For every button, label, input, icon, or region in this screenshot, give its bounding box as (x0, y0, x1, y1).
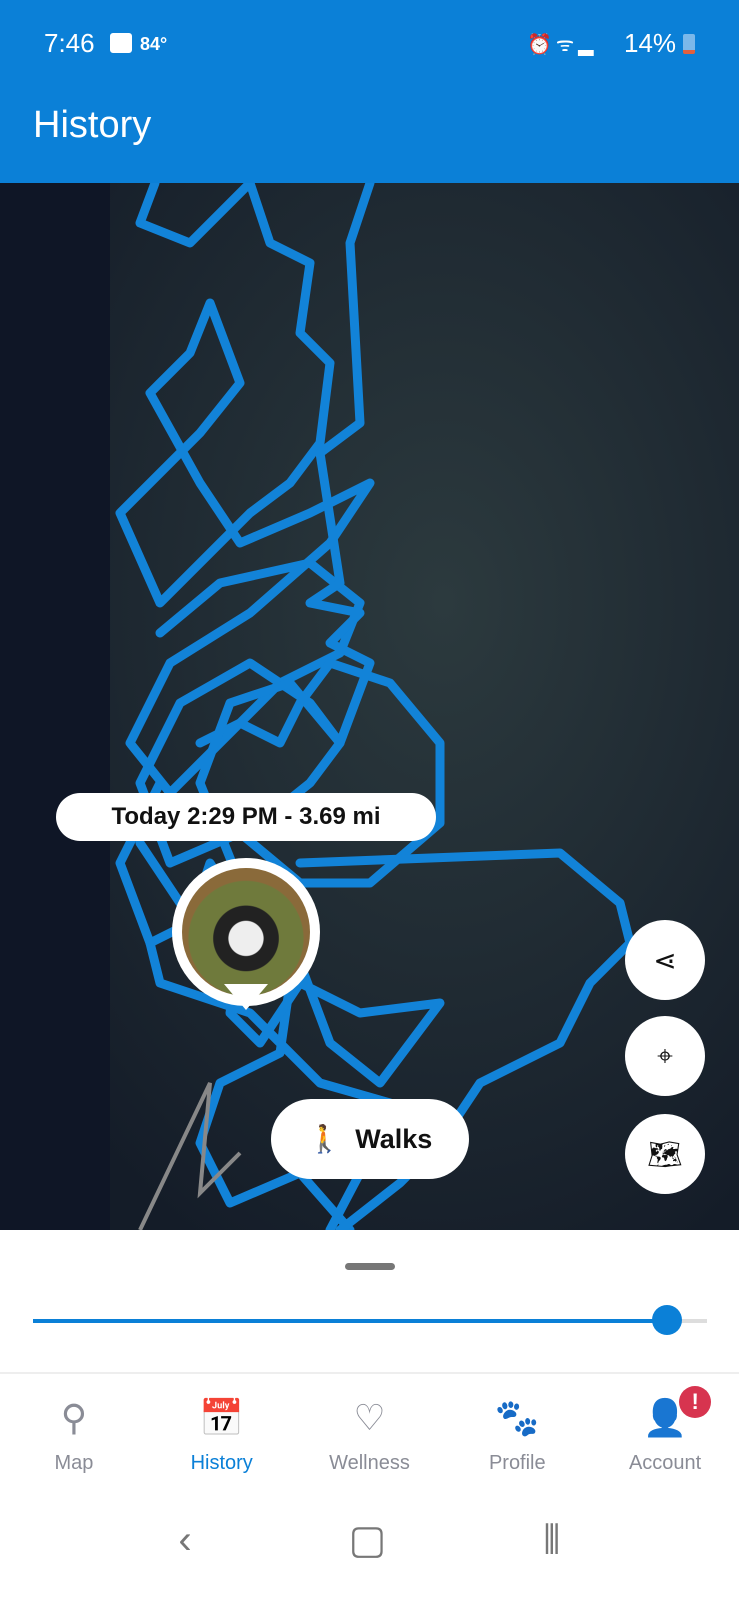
recents-icon[interactable]: ⦀ (543, 1518, 561, 1563)
nav-account[interactable]: 👤 Account! (591, 1374, 739, 1480)
status-bar: 7:46 84° ⏰ᯤ▂ 14% (0, 0, 739, 88)
calendar-icon: 📅 (199, 1397, 245, 1438)
location-button[interactable]: ⌖ (625, 1016, 705, 1096)
back-icon[interactable]: ‹ (178, 1518, 191, 1563)
app-bar: History (0, 88, 739, 183)
slider-thumb[interactable] (651, 1305, 682, 1335)
nav-label: History (190, 1452, 253, 1474)
map-pin-icon: ⚲ (60, 1397, 88, 1438)
location-pin-icon: ⌖ (657, 1039, 673, 1071)
alarm-wifi-signal-icons: ⏰ᯤ▂ (527, 34, 598, 56)
map-icon: 🗺 (647, 1138, 683, 1170)
walks-label: Walks (355, 1123, 433, 1154)
system-nav-bar: ‹ ▢ ⦀ (0, 1480, 739, 1600)
map-view[interactable]: Today 2:29 PM - 3.69 mi ⋖ ⌖ 🗺 🚶 Walks (0, 183, 739, 1230)
walks-button[interactable]: 🚶 Walks (271, 1099, 469, 1179)
page-title: History (33, 104, 152, 146)
gallery-icon (110, 33, 132, 53)
slider-fill (33, 1319, 667, 1323)
nav-label: Map (54, 1452, 94, 1474)
share-button[interactable]: ⋖ (625, 920, 705, 1000)
paw-icon: 🐾 (494, 1397, 540, 1438)
nav-history[interactable]: 📅 History (148, 1374, 296, 1480)
wellness-icon: ♡ (353, 1397, 386, 1438)
nav-map[interactable]: ⚲ Map (0, 1374, 148, 1480)
drag-handle[interactable] (345, 1263, 395, 1270)
dog-walk-icon: 🚶 (307, 1124, 342, 1154)
nav-profile[interactable]: 🐾 Profile (443, 1374, 591, 1480)
nav-label: Profile (488, 1452, 546, 1474)
bottom-nav: ⚲ Map 📅 History ♡ Wellness 🐾 Profile 👤 Accoun… (0, 1372, 739, 1480)
pet-avatar (182, 868, 310, 996)
bottom-sheet (0, 1230, 739, 1372)
map-type-button[interactable]: 🗺 (625, 1114, 705, 1194)
clock: 7:46 (44, 28, 95, 58)
nav-label: Account (628, 1452, 702, 1474)
account-icon: 👤 (642, 1397, 688, 1438)
timeline-slider[interactable] (33, 1305, 707, 1335)
walk-info-label[interactable]: Today 2:29 PM - 3.69 mi (56, 793, 436, 841)
home-icon[interactable]: ▢ (348, 1517, 386, 1563)
nav-label: Wellness (329, 1452, 410, 1474)
alert-badge: ! (679, 1386, 712, 1418)
temperature: 84° (140, 34, 168, 54)
battery-percent: 14% (624, 28, 677, 58)
battery-icon (683, 34, 695, 54)
pet-location-marker[interactable] (172, 858, 320, 1010)
nav-wellness[interactable]: ♡ Wellness (296, 1374, 444, 1480)
share-icon: ⋖ (653, 944, 677, 976)
